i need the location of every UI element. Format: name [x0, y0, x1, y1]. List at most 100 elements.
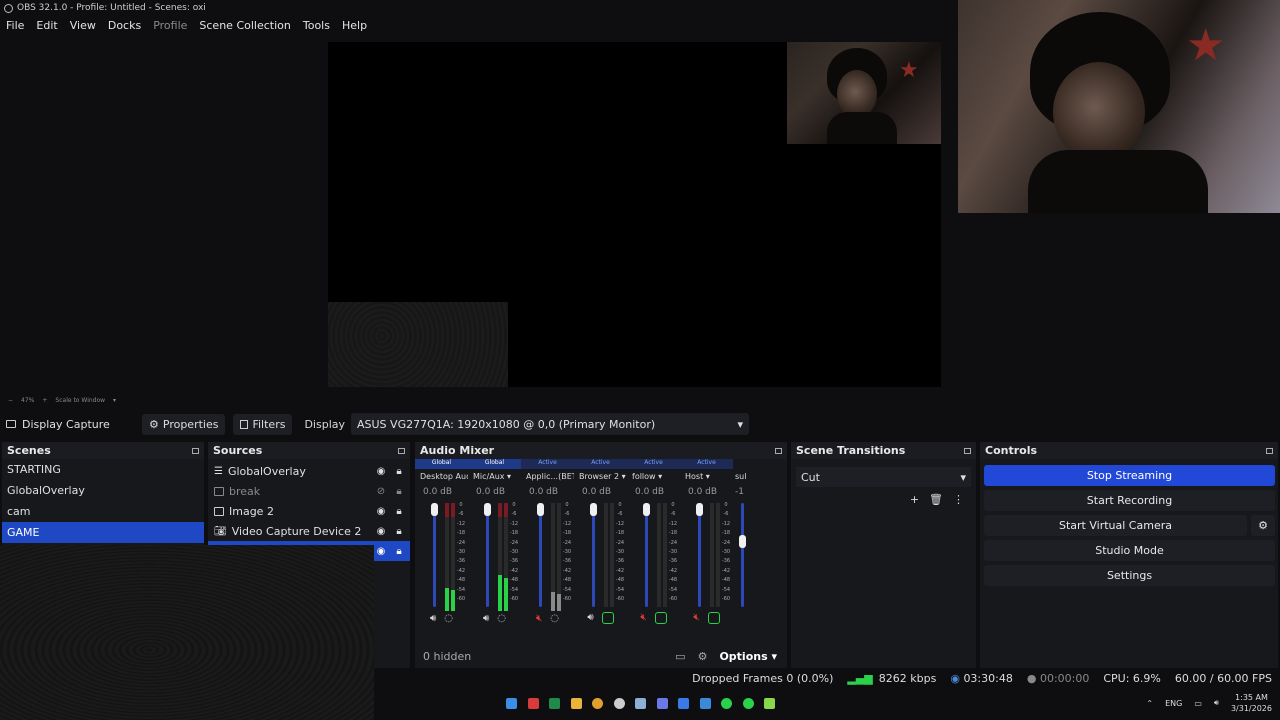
- scene-item-globaloverlay[interactable]: GlobalOverlay: [2, 480, 204, 501]
- channel-name-host[interactable]: Host ▾: [680, 472, 733, 481]
- obs-icon[interactable]: [613, 698, 625, 709]
- headphone-monitor-icon[interactable]: [707, 612, 720, 624]
- discord-icon[interactable]: [656, 698, 668, 709]
- volume-fader[interactable]: [592, 503, 595, 607]
- app-icon[interactable]: [764, 698, 775, 709]
- headphone-monitor-icon[interactable]: ◌: [444, 613, 453, 624]
- volume-fader[interactable]: [433, 503, 436, 607]
- headphone-monitor-icon[interactable]: [601, 612, 614, 624]
- dock-float-icon[interactable]: [192, 447, 199, 454]
- speaker-muted-icon[interactable]: 🔇︎: [693, 612, 699, 624]
- start-virtual-camera-button[interactable]: Start Virtual Camera: [984, 515, 1247, 536]
- headphone-monitor-icon[interactable]: ◌: [550, 613, 559, 624]
- channel-tab[interactable]: Active: [680, 459, 733, 469]
- steam-icon[interactable]: [635, 698, 646, 709]
- channel-name-application[interactable]: Applic...(BETA) ▾: [521, 472, 574, 481]
- zoom-out-button[interactable]: −: [8, 397, 13, 404]
- speaker-muted-icon[interactable]: 🔇︎: [640, 612, 646, 624]
- studio-mode-button[interactable]: Studio Mode: [984, 540, 1275, 561]
- menu-scene-collection[interactable]: Scene Collection: [193, 19, 296, 32]
- channel-name-desktop-audio[interactable]: Desktop Audio ▾: [415, 472, 468, 481]
- volume-fader[interactable]: [645, 503, 648, 607]
- channel-tab[interactable]: Active: [627, 459, 680, 469]
- dock-float-icon[interactable]: [964, 447, 971, 454]
- settings-button[interactable]: Settings: [984, 565, 1275, 586]
- volume-fader-knob[interactable]: [431, 503, 438, 516]
- speaker-icon[interactable]: 🔊︎: [587, 612, 593, 624]
- source-item-globaloverlay[interactable]: ☰ GlobalOverlay ◉ 🔒︎: [208, 461, 410, 481]
- language-indicator[interactable]: ENG: [1165, 699, 1182, 708]
- options-button[interactable]: Options ▾: [719, 650, 777, 663]
- source-item-image-2[interactable]: Image 2 ◉ 🔒︎: [208, 501, 410, 521]
- channel-name-mic-aux[interactable]: Mic/Aux ▾: [468, 472, 521, 481]
- photoshop-icon[interactable]: [678, 698, 689, 709]
- menu-docks[interactable]: Docks: [102, 19, 147, 32]
- volume-fader-knob[interactable]: [739, 535, 746, 548]
- display-select[interactable]: ASUS VG277Q1A: 1920x1080 @ 0,0 (Primary …: [351, 413, 749, 435]
- volume-fader[interactable]: [741, 503, 744, 607]
- channel-name-follow[interactable]: follow ▾: [627, 472, 680, 481]
- scene-item-game[interactable]: GAME: [2, 522, 204, 543]
- vscode-icon[interactable]: [699, 698, 711, 709]
- volume-fader[interactable]: [539, 503, 542, 607]
- channel-name-sul[interactable]: sul: [733, 472, 749, 481]
- source-item-break[interactable]: break ⊘ 🔒︎: [208, 481, 410, 501]
- lock-icon[interactable]: 🔒︎: [392, 506, 406, 517]
- channel-tab[interactable]: Global: [415, 459, 468, 469]
- eye-off-icon[interactable]: ⊘: [374, 486, 388, 497]
- start-recording-button[interactable]: Start Recording: [984, 490, 1275, 511]
- filters-button[interactable]: Filters: [233, 413, 293, 435]
- dock-float-icon[interactable]: [398, 447, 405, 454]
- scale-mode-select[interactable]: Scale to Window: [55, 397, 105, 404]
- excel-icon[interactable]: [549, 698, 560, 709]
- volume-fader-knob[interactable]: [696, 503, 703, 516]
- acrobat-icon[interactable]: [527, 698, 539, 709]
- add-icon[interactable]: +: [910, 493, 919, 506]
- headphone-monitor-icon[interactable]: [654, 612, 667, 624]
- channel-tab[interactable]: Global: [468, 459, 521, 469]
- scene-item-starting[interactable]: STARTING: [2, 459, 204, 480]
- menu-tools[interactable]: Tools: [297, 19, 336, 32]
- chevron-up-icon[interactable]: ⌃: [1146, 699, 1153, 708]
- menu-file[interactable]: File: [0, 19, 30, 32]
- eye-icon[interactable]: ◉: [374, 506, 388, 517]
- channel-tab[interactable]: Active: [574, 459, 627, 469]
- menu-view[interactable]: View: [64, 19, 102, 32]
- eye-icon[interactable]: ◉: [374, 466, 388, 477]
- eye-icon[interactable]: ◉: [374, 546, 388, 557]
- volume-fader[interactable]: [698, 503, 701, 607]
- dock-float-icon[interactable]: [775, 447, 782, 454]
- clock[interactable]: 1:35 AM 3/31/2026: [1231, 692, 1272, 714]
- stop-streaming-button[interactable]: Stop Streaming: [984, 465, 1275, 486]
- volume-fader-knob[interactable]: [590, 503, 597, 516]
- zoom-in-button[interactable]: +: [42, 397, 47, 404]
- volume-fader-knob[interactable]: [643, 503, 650, 516]
- menu-profile[interactable]: Profile: [147, 19, 193, 32]
- channel-tab[interactable]: Active: [521, 459, 574, 469]
- menu-help[interactable]: Help: [336, 19, 373, 32]
- trash-icon[interactable]: 🗑︎: [929, 493, 943, 506]
- chevron-down-icon[interactable]: ▾: [113, 397, 116, 404]
- dock-float-icon[interactable]: [1266, 447, 1273, 454]
- scene-item-cam[interactable]: cam: [2, 501, 204, 522]
- advanced-audio-icon[interactable]: ⚙: [698, 650, 708, 663]
- channel-name-browser-2[interactable]: Browser 2 ▾: [574, 472, 627, 481]
- file-explorer-icon[interactable]: [570, 698, 582, 709]
- speaker-muted-icon[interactable]: 🔇︎: [536, 613, 542, 624]
- virtual-camera-settings-button[interactable]: ⚙: [1251, 515, 1275, 536]
- layout-icon[interactable]: ▭: [675, 650, 685, 663]
- properties-button[interactable]: ⚙ Properties: [142, 413, 226, 435]
- windows-start-icon[interactable]: [506, 698, 517, 709]
- headphone-monitor-icon[interactable]: ◌: [497, 613, 506, 624]
- volume-fader[interactable]: [486, 503, 489, 607]
- lock-icon[interactable]: 🔒︎: [392, 466, 406, 477]
- volume-icon[interactable]: 🔊︎: [1214, 698, 1219, 708]
- lock-icon[interactable]: 🔒︎: [392, 526, 406, 537]
- speaker-icon[interactable]: 🔊︎: [483, 613, 489, 624]
- lock-icon[interactable]: 🔒︎: [392, 486, 406, 497]
- source-item-video-capture[interactable]: 📷︎ Video Capture Device 2 ◉ 🔒︎: [208, 521, 410, 541]
- speaker-icon[interactable]: 🔊︎: [430, 613, 436, 624]
- more-icon[interactable]: ⋮: [953, 493, 964, 506]
- xbox-icon[interactable]: [742, 698, 754, 709]
- menu-edit[interactable]: Edit: [30, 19, 63, 32]
